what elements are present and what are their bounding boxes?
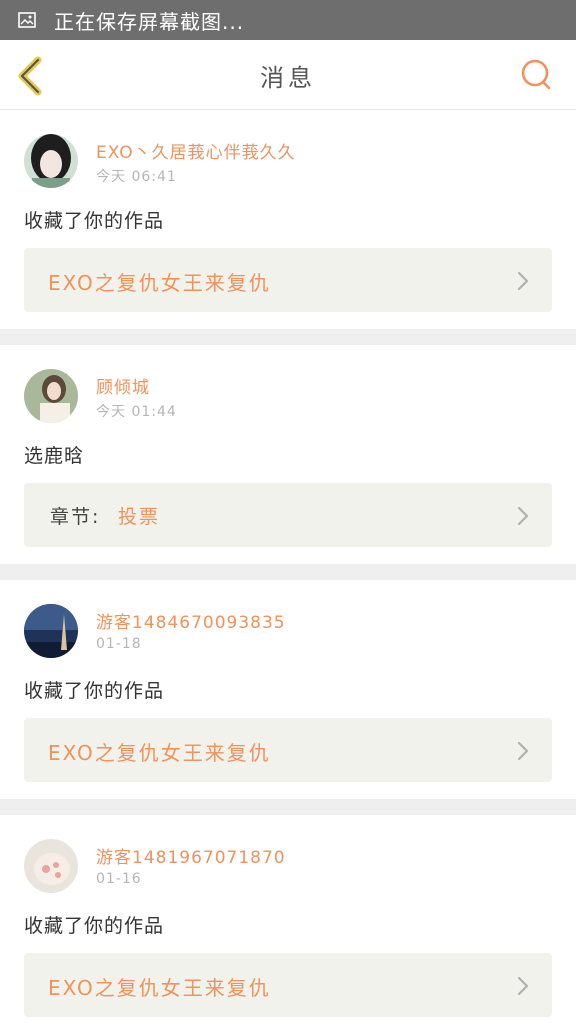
work-title: EXO之复仇女王来复仇 [48, 741, 271, 765]
nav-bar: 消息 [0, 40, 576, 110]
chevron-right-icon [517, 271, 529, 291]
chapter-label: 章节: [50, 506, 101, 528]
work-link[interactable]: EXO之复仇女王来复仇 [24, 718, 552, 782]
image-icon [18, 12, 36, 28]
chapter-title: 投票 [118, 506, 161, 528]
avatar[interactable] [24, 604, 78, 658]
message-card: 游客1484670093835 01-18 收藏了你的作品 EXO之复仇女王来复… [0, 580, 576, 799]
chevron-right-icon [517, 506, 529, 526]
avatar[interactable] [24, 839, 78, 893]
timestamp: 01-18 [96, 636, 142, 652]
chapter-link[interactable]: 章节: 投票 [24, 483, 552, 547]
message-text: 收藏了你的作品 [24, 210, 165, 232]
work-title: EXO之复仇女王来复仇 [48, 976, 271, 1000]
search-icon[interactable] [520, 58, 554, 92]
message-card: 游客1481967071870 01-16 收藏了你的作品 EXO之复仇女王来复… [0, 815, 576, 1034]
timestamp: 01-16 [96, 871, 142, 887]
message-text: 收藏了你的作品 [24, 915, 165, 937]
work-link[interactable]: EXO之复仇女王来复仇 [24, 248, 552, 312]
username[interactable]: 顾倾城 [96, 373, 150, 398]
username[interactable]: 游客1484670093835 [96, 608, 286, 633]
message-card: 顾倾城 今天 01:44 选鹿晗 章节: 投票 [0, 345, 576, 564]
username[interactable]: 游客1481967071870 [96, 843, 286, 868]
message-text: 收藏了你的作品 [24, 680, 165, 702]
chevron-right-icon [517, 741, 529, 761]
chevron-right-icon [517, 976, 529, 996]
status-bar: 正在保存屏幕截图... [0, 0, 576, 40]
message-text: 选鹿晗 [24, 445, 85, 467]
message-card: EXO丶久居莪心伴莪久久 今天 06:41 收藏了你的作品 EXO之复仇女王来复… [0, 110, 576, 329]
page-title: 消息 [260, 64, 316, 92]
status-text: 正在保存屏幕截图... [54, 9, 245, 34]
username[interactable]: EXO丶久居莪心伴莪久久 [96, 138, 296, 163]
work-link[interactable]: EXO之复仇女王来复仇 [24, 953, 552, 1017]
avatar[interactable] [24, 134, 78, 188]
avatar[interactable] [24, 369, 78, 423]
work-title: EXO之复仇女王来复仇 [48, 271, 271, 295]
timestamp: 今天 06:41 [96, 169, 177, 185]
timestamp: 今天 01:44 [96, 404, 177, 420]
